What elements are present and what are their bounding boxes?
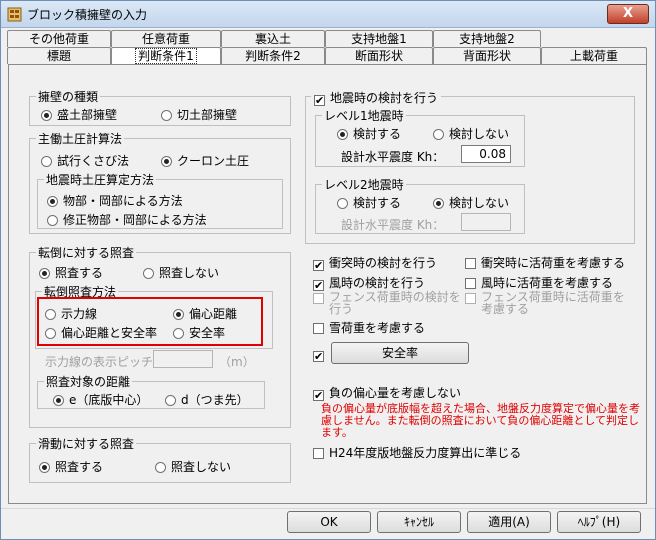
distance-title: 照査対象の距離	[44, 373, 133, 390]
level1-title: レベル1地震時	[322, 107, 406, 124]
radio-dot	[39, 268, 50, 279]
checkbox: ✔	[313, 350, 324, 363]
radio-cut[interactable]: 切土部擁壁	[161, 106, 237, 123]
radio-overturn-nocheck[interactable]: 照査しない	[143, 264, 219, 281]
radio-dot	[41, 110, 52, 121]
pitch-unit: （m）	[219, 355, 255, 369]
radio-dot	[433, 129, 444, 140]
radio-dot	[155, 462, 166, 473]
check-collision[interactable]: ✔ 衝突時の検討を行う	[313, 254, 437, 271]
wall-type-title: 擁壁の種類	[36, 88, 101, 105]
tab-ground1[interactable]: 支持地盤1	[325, 30, 433, 47]
tab-ground2[interactable]: 支持地盤2	[433, 30, 541, 47]
radio-dot	[161, 156, 172, 167]
radio-level1-check[interactable]: 検討する	[337, 125, 401, 142]
radio-sliding-nocheck[interactable]: 照査しない	[155, 458, 231, 475]
check-fence-liveload[interactable]: フェンス荷重時に活荷重を考慮する	[465, 291, 631, 315]
radio-coulomb[interactable]: クーロン土圧	[161, 152, 249, 169]
app-icon	[7, 7, 22, 22]
check-wind-liveload[interactable]: 風時に活荷重を考慮する	[465, 274, 613, 291]
radio-dot	[433, 198, 444, 209]
check-wind[interactable]: ✔ 風時の検討を行う	[313, 274, 425, 291]
check-snow[interactable]: 雪荷重を考慮する	[313, 319, 425, 336]
level1-kh-input[interactable]: 0.08	[461, 145, 511, 163]
cancel-button[interactable]: ｷｬﾝｾﾙ	[377, 511, 461, 533]
radio-dot	[39, 462, 50, 473]
tab-other-load[interactable]: その他荷重	[7, 30, 111, 47]
checkbox	[313, 293, 324, 304]
level1-kh-label: 設計水平震度 Kh：	[341, 150, 445, 164]
radio-embankment[interactable]: 盛土部擁壁	[41, 106, 117, 123]
tab-surcharge[interactable]: 上載荷重	[541, 47, 647, 64]
tab-section-shape[interactable]: 断面形状	[325, 47, 433, 64]
tab-criteria2[interactable]: 判断条件2	[221, 47, 325, 64]
radio-dot	[337, 198, 348, 209]
checkbox	[465, 293, 476, 304]
radio-e-center[interactable]: e（底版中心）	[53, 391, 148, 408]
radio-overturn-check[interactable]: 照査する	[39, 264, 103, 281]
tab-back-shape[interactable]: 背面形状	[433, 47, 541, 64]
tab-header[interactable]: 標題	[7, 47, 111, 64]
tab-criteria1[interactable]: 判断条件1	[111, 47, 221, 64]
level2-kh-label: 設計水平震度 Kh：	[341, 218, 445, 232]
check-negative-eccentricity[interactable]: ✔ 負の偏心量を考慮しない	[313, 384, 461, 401]
checkbox: ✔	[313, 279, 324, 292]
footer-separator	[1, 508, 655, 509]
check-fence[interactable]: フェンス荷重時の検討を行う	[313, 291, 469, 315]
check-collision-liveload[interactable]: 衝突時に活荷重を考慮する	[465, 254, 625, 271]
radio-dot	[47, 196, 58, 207]
checkbox	[313, 448, 324, 459]
radio-dot	[143, 268, 154, 279]
title-bar[interactable]: ブロック積擁壁の入力 X	[1, 1, 655, 28]
pitch-label: 示力線の表示ピッチ:	[45, 355, 158, 369]
checkbox: ✔	[314, 94, 325, 107]
check-h24[interactable]: H24年度版地盤反力度算出に準じる	[313, 444, 521, 461]
help-button[interactable]: ﾍﾙﾌﾟ(H)	[557, 511, 641, 533]
radio-level2-nocheck[interactable]: 検討しない	[433, 194, 509, 211]
checkbox: ✔	[313, 259, 324, 272]
checkbox	[465, 278, 476, 289]
radio-dot	[165, 395, 176, 406]
tab-arbitrary-load[interactable]: 任意荷重	[111, 30, 221, 47]
radio-d-toe[interactable]: d（つま先）	[165, 391, 249, 408]
ok-button[interactable]: OK	[287, 511, 371, 533]
tab-backfill[interactable]: 裏込土	[221, 30, 325, 47]
apply-button[interactable]: 適用(A)	[467, 511, 551, 533]
level2-kh-input[interactable]	[461, 213, 511, 231]
sliding-title: 滑動に対する照査	[36, 435, 137, 452]
radio-dot	[53, 395, 64, 406]
window-title: ブロック積擁壁の入力	[27, 8, 148, 22]
radio-modified-mononobe[interactable]: 修正物部・岡部による方法	[47, 211, 207, 228]
checkbox: ✔	[313, 389, 324, 402]
radio-sliding-check[interactable]: 照査する	[39, 458, 103, 475]
radio-trial-wedge[interactable]: 試行くさび法	[41, 152, 129, 169]
radio-mononobe[interactable]: 物部・岡部による方法	[47, 192, 183, 209]
level2-title: レベル2地震時	[322, 176, 406, 193]
check-safety[interactable]: ✔	[313, 347, 329, 362]
highlight-box	[37, 297, 263, 346]
radio-dot	[161, 110, 172, 121]
checkbox	[313, 323, 324, 334]
checkbox	[465, 258, 476, 269]
warning-text: 負の偏心量が底版幅を超えた場合、地盤反力度算定で偏心量を考慮しません。また転倒の…	[321, 402, 640, 439]
overturn-title: 転倒に対する照査	[36, 244, 137, 261]
safety-factor-button[interactable]: 安全率	[331, 342, 469, 364]
dialog-window: ブロック積擁壁の入力 X その他荷重 任意荷重 裏込土 支持地盤1 支持地盤2 …	[0, 0, 656, 540]
radio-dot	[41, 156, 52, 167]
seismic-pressure-title: 地震時土圧算定方法	[44, 171, 157, 188]
check-seismic[interactable]: ✔ 地震時の検討を行う	[311, 89, 442, 107]
radio-level2-check[interactable]: 検討する	[337, 194, 401, 211]
main-pressure-title: 主働土圧計算法	[36, 130, 125, 147]
radio-level1-nocheck[interactable]: 検討しない	[433, 125, 509, 142]
close-button[interactable]: X	[607, 4, 649, 24]
radio-dot	[337, 129, 348, 140]
pitch-input[interactable]	[153, 350, 213, 368]
radio-dot	[47, 215, 58, 226]
